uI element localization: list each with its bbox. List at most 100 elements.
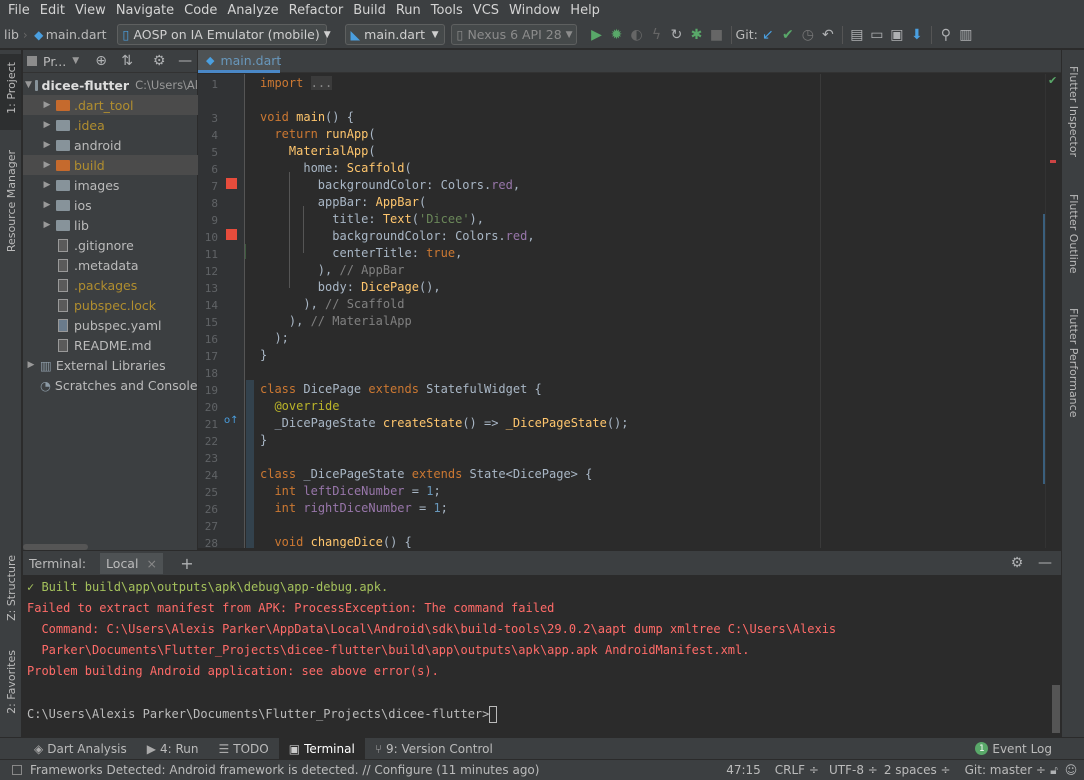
tree-item-lib[interactable]: ▶ lib [23,215,198,235]
menu-analyze[interactable]: Analyze [222,3,283,18]
gear-icon[interactable]: ⚙ [1007,553,1027,573]
git-update-icon[interactable]: ↙ [758,25,778,45]
add-tab-icon[interactable]: + [177,553,197,573]
menu-run[interactable]: Run [391,3,426,18]
run-icon[interactable]: ▶ [587,25,607,45]
search-icon[interactable]: ⚲ [936,25,956,45]
caret-position[interactable]: 47:15 [726,763,761,777]
tab-dart-analysis[interactable]: ◈ Dart Analysis [24,738,137,760]
menu-build[interactable]: Build [348,3,391,18]
chevron-down-icon: ▼ [565,29,573,40]
tree-item-ios[interactable]: ▶ ios [23,195,198,215]
tab-favorites[interactable]: 2: Favorites [5,650,18,714]
status-message[interactable]: Frameworks Detected: Android framework i… [30,763,539,777]
tab-flutter-outline[interactable]: Flutter Outline [1067,194,1080,274]
stop-icon[interactable]: ■ [707,25,727,45]
event-log-button[interactable]: 1 Event Log [965,738,1062,760]
chevron-right-icon: ▶ [43,200,51,210]
hot-reload-icon[interactable]: ϟ [647,25,667,45]
line-number: 5 [211,146,218,159]
tab-version-control[interactable]: ⑂ 9: Version Control [365,738,503,760]
sync-gradle-icon[interactable]: ⬇ [907,25,927,45]
tab-flutter-inspector[interactable]: Flutter Inspector [1067,66,1080,157]
breadcrumb-lib[interactable]: lib [4,27,19,42]
tree-item-packages[interactable]: .packages [23,275,198,295]
tab-run[interactable]: ▶ 4: Run [137,738,209,760]
coverage-icon[interactable]: ◐ [627,25,647,45]
sdk-manager-icon[interactable]: ▣ [887,25,907,45]
gear-icon[interactable]: ⚙ [149,51,169,71]
menu-refactor[interactable]: Refactor [284,3,349,18]
terminal-prompt[interactable]: C:\Users\Alexis Parker\Documents\Flutter… [27,706,498,723]
locate-icon[interactable]: ⊕ [91,51,111,71]
terminal-scrollbar[interactable] [1051,575,1061,735]
lock-icon[interactable]: 🔓︎ [1046,760,1062,780]
menu-file[interactable]: File [3,3,35,18]
avd-manager-icon[interactable]: ▭ [867,25,887,45]
indent-setting[interactable]: 2 spaces ÷ [884,763,951,777]
breadcrumb-file[interactable]: main.dart [46,27,107,42]
terminal-scroll-thumb[interactable] [1052,685,1060,733]
editor-tab-main-dart[interactable]: ◆ main.dart [198,50,281,73]
override-icon[interactable]: o↑ [224,415,239,426]
layout-icon[interactable]: ▥ [956,25,976,45]
tab-resource-manager[interactable]: Resource Manager [5,150,18,252]
menu-edit[interactable]: Edit [35,3,70,18]
hot-restart-icon[interactable]: ↻ [667,25,687,45]
menu-tools[interactable]: Tools [426,3,468,18]
code-editor[interactable]: import ... void main() { return runApp( … [246,74,1044,548]
avd-selector[interactable]: ▯ Nexus 6 API 28 ▼ [450,24,577,45]
chevron-down-icon[interactable]: ▼ [72,56,79,66]
editor-scrollbar[interactable]: ✔ [1043,74,1061,548]
line-number: 25 [204,486,218,499]
minimize-icon[interactable]: — [175,51,195,71]
tree-item-gitignore[interactable]: .gitignore [23,235,198,255]
menu-code[interactable]: Code [179,3,222,18]
attach-debugger-icon[interactable]: ✱ [687,25,707,45]
tree-item-metadata[interactable]: .metadata [23,255,198,275]
project-structure-icon[interactable]: ▤ [847,25,867,45]
tab-terminal[interactable]: ▣ Terminal [278,737,365,760]
tab-project[interactable]: 1: Project [5,62,18,114]
tree-item-android[interactable]: ▶ android [23,135,198,155]
scroll-thumb[interactable] [1043,214,1045,484]
tree-item-dart-tool[interactable]: ▶ .dart_tool [23,95,198,115]
menu-window[interactable]: Window [504,3,565,18]
run-config-selector[interactable]: ◣ main.dart ▼ [344,24,445,45]
toolbar-divider [930,25,932,44]
terminal-tab-local[interactable]: Local × [100,552,163,574]
project-view-selector[interactable]: Pr... [43,54,66,69]
tree-item-idea[interactable]: ▶ .idea [23,115,198,135]
tab-flutter-performance[interactable]: Flutter Performance [1067,308,1080,417]
tree-item-build[interactable]: ▶ build [23,155,198,175]
close-icon[interactable]: × [146,556,156,571]
tree-item-readme[interactable]: README.md [23,335,198,355]
git-revert-icon[interactable]: ↶ [818,25,838,45]
minimize-icon[interactable]: — [1035,553,1055,573]
debug-icon[interactable]: ✹ [607,25,627,45]
tree-item-scratches[interactable]: ◔ Scratches and Consoles [23,375,204,395]
tree-item-pubspec-yaml[interactable]: pubspec.yaml [23,315,198,335]
tree-root[interactable]: ▼ dicee-flutter C:\Users\Al [23,75,198,95]
tab-structure[interactable]: Z: Structure [5,555,18,621]
encoding[interactable]: UTF-8 ÷ [829,763,878,777]
tree-item-external-libraries[interactable]: ▶ ▥ External Libraries [23,355,198,375]
menu-help[interactable]: Help [565,3,605,18]
git-history-icon[interactable]: ◷ [798,25,818,45]
tab-todo[interactable]: ☰ TODO [208,738,278,760]
menu-navigate[interactable]: Navigate [111,3,179,18]
line-separator[interactable]: CRLF ÷ [775,763,819,777]
line-number: 7 [211,180,218,193]
menu-vcs[interactable]: VCS [468,3,504,18]
collapse-icon[interactable]: ⇅ [117,51,137,71]
tree-item-images[interactable]: ▶ images [23,175,198,195]
error-stripe[interactable] [1050,160,1056,163]
inspector-icon[interactable]: ☺ [1062,760,1080,780]
event-log-label: Event Log [992,741,1052,756]
device-selector[interactable]: ▯ AOSP on IA Emulator (mobile) ▼ [116,24,331,45]
git-branch[interactable]: Git: master ÷ [965,763,1046,777]
tree-item-pubspec-lock[interactable]: pubspec.lock [23,295,198,315]
terminal-output[interactable]: ✓ Built build\app\outputs\apk\debug\app-… [23,575,1051,735]
git-commit-icon[interactable]: ✔ [778,25,798,45]
menu-view[interactable]: View [70,3,111,18]
